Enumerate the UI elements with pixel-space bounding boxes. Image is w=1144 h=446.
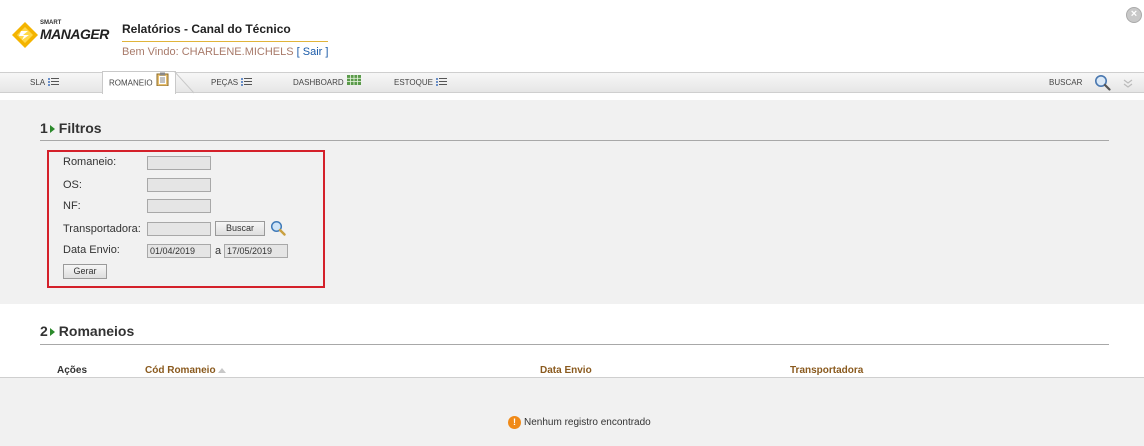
transportadora-input[interactable] bbox=[147, 222, 211, 236]
gerar-button[interactable]: Gerar bbox=[63, 264, 107, 279]
list-icon bbox=[48, 78, 60, 88]
smart-manager-logo: SMART MANAGER bbox=[12, 20, 112, 50]
logo-mark-icon bbox=[12, 22, 38, 48]
date-from-input[interactable]: 01/04/2019 bbox=[147, 244, 211, 258]
welcome-prefix: Bem Vindo: bbox=[122, 46, 182, 58]
logout-link[interactable]: [ Sair ] bbox=[294, 46, 329, 58]
romaneios-section-label: Romaneios bbox=[58, 323, 135, 339]
clipboard-icon bbox=[156, 72, 169, 95]
tab-slant-decoration bbox=[172, 71, 194, 94]
welcome-line: Bem Vindo: CHARLENE.MICHELS [ Sair ] bbox=[122, 46, 328, 58]
filters-section: 1 Filtros Romaneio: OS: NF: Transportador… bbox=[0, 100, 1144, 304]
warning-icon: ! bbox=[508, 416, 521, 429]
buscar-button[interactable]: Buscar bbox=[215, 221, 265, 236]
tab-pecas[interactable]: PEÇAS bbox=[211, 73, 253, 93]
filter-form: Romaneio: OS: NF: Transportadora: Buscar… bbox=[47, 150, 325, 288]
arrow-right-icon bbox=[49, 327, 55, 336]
search-label[interactable]: BUSCAR bbox=[1049, 73, 1082, 93]
column-cod-romaneio-label: Cód Romaneio bbox=[145, 365, 216, 376]
tab-estoque[interactable]: ESTOQUE bbox=[394, 73, 447, 93]
column-cod-romaneio[interactable]: Cód Romaneio bbox=[145, 365, 227, 376]
grid-icon bbox=[346, 73, 361, 93]
data-envio-label: Data Envio: bbox=[63, 244, 120, 256]
search-icon[interactable] bbox=[1094, 74, 1111, 91]
filters-divider bbox=[40, 140, 1109, 141]
tab-estoque-label: ESTOQUE bbox=[394, 78, 433, 87]
tab-dashboard-label: DASHBOARD bbox=[293, 78, 344, 88]
column-data-envio[interactable]: Data Envio bbox=[540, 365, 592, 376]
list-icon bbox=[241, 78, 253, 88]
empty-message-text: Nenhum registro encontrado bbox=[524, 417, 651, 429]
nf-label: NF: bbox=[63, 200, 81, 212]
tab-bar: SLA ROMANEIO PEÇAS DASHBOARD ESTOQUE BUS… bbox=[0, 71, 1144, 94]
filters-section-number: 1 bbox=[40, 120, 48, 136]
grid-header: Ações Cód Romaneio Data Envio Transporta… bbox=[0, 364, 1144, 378]
magnifier-icon[interactable] bbox=[270, 220, 286, 236]
romaneio-input[interactable] bbox=[147, 156, 211, 170]
chevron-down-icon[interactable] bbox=[1122, 77, 1134, 89]
column-acoes: Ações bbox=[57, 365, 88, 376]
sort-asc-icon bbox=[218, 368, 227, 373]
tab-sla[interactable]: SLA bbox=[30, 73, 60, 93]
tab-romaneio[interactable]: ROMANEIO bbox=[102, 71, 176, 94]
logo-big-text: MANAGER bbox=[40, 26, 109, 42]
nf-input[interactable] bbox=[147, 199, 211, 213]
close-icon[interactable]: × bbox=[1126, 7, 1142, 23]
tab-pecas-label: PEÇAS bbox=[211, 78, 239, 87]
tab-sla-label: SLA bbox=[30, 78, 46, 87]
romaneios-section-number: 2 bbox=[40, 323, 48, 339]
filters-section-title: 1 Filtros bbox=[40, 120, 102, 136]
os-label: OS: bbox=[63, 179, 82, 191]
os-input[interactable] bbox=[147, 178, 211, 192]
filters-section-label: Filtros bbox=[58, 120, 102, 136]
column-transportadora[interactable]: Transportadora bbox=[790, 365, 863, 376]
grid-body: ! Nenhum registro encontrado bbox=[0, 378, 1144, 446]
arrow-right-icon bbox=[49, 124, 55, 133]
date-separator: a bbox=[215, 245, 222, 257]
romaneio-label: Romaneio: bbox=[63, 156, 117, 168]
date-to-input[interactable]: 17/05/2019 bbox=[224, 244, 288, 258]
tab-dashboard[interactable]: DASHBOARD bbox=[293, 73, 361, 93]
empty-message: ! Nenhum registro encontrado bbox=[508, 416, 651, 429]
page-title: Relatórios - Canal do Técnico bbox=[122, 22, 291, 36]
romaneios-divider bbox=[40, 344, 1109, 345]
list-icon bbox=[435, 78, 447, 88]
user-name: CHARLENE.MICHELS bbox=[181, 46, 294, 58]
app-header: SMART MANAGER Relatórios - Canal do Técn… bbox=[0, 0, 1144, 72]
transportadora-label: Transportadora: bbox=[63, 223, 141, 235]
tab-romaneio-label: ROMANEIO bbox=[109, 78, 153, 88]
title-divider bbox=[122, 41, 328, 42]
romaneios-section-title: 2 Romaneios bbox=[40, 323, 134, 339]
